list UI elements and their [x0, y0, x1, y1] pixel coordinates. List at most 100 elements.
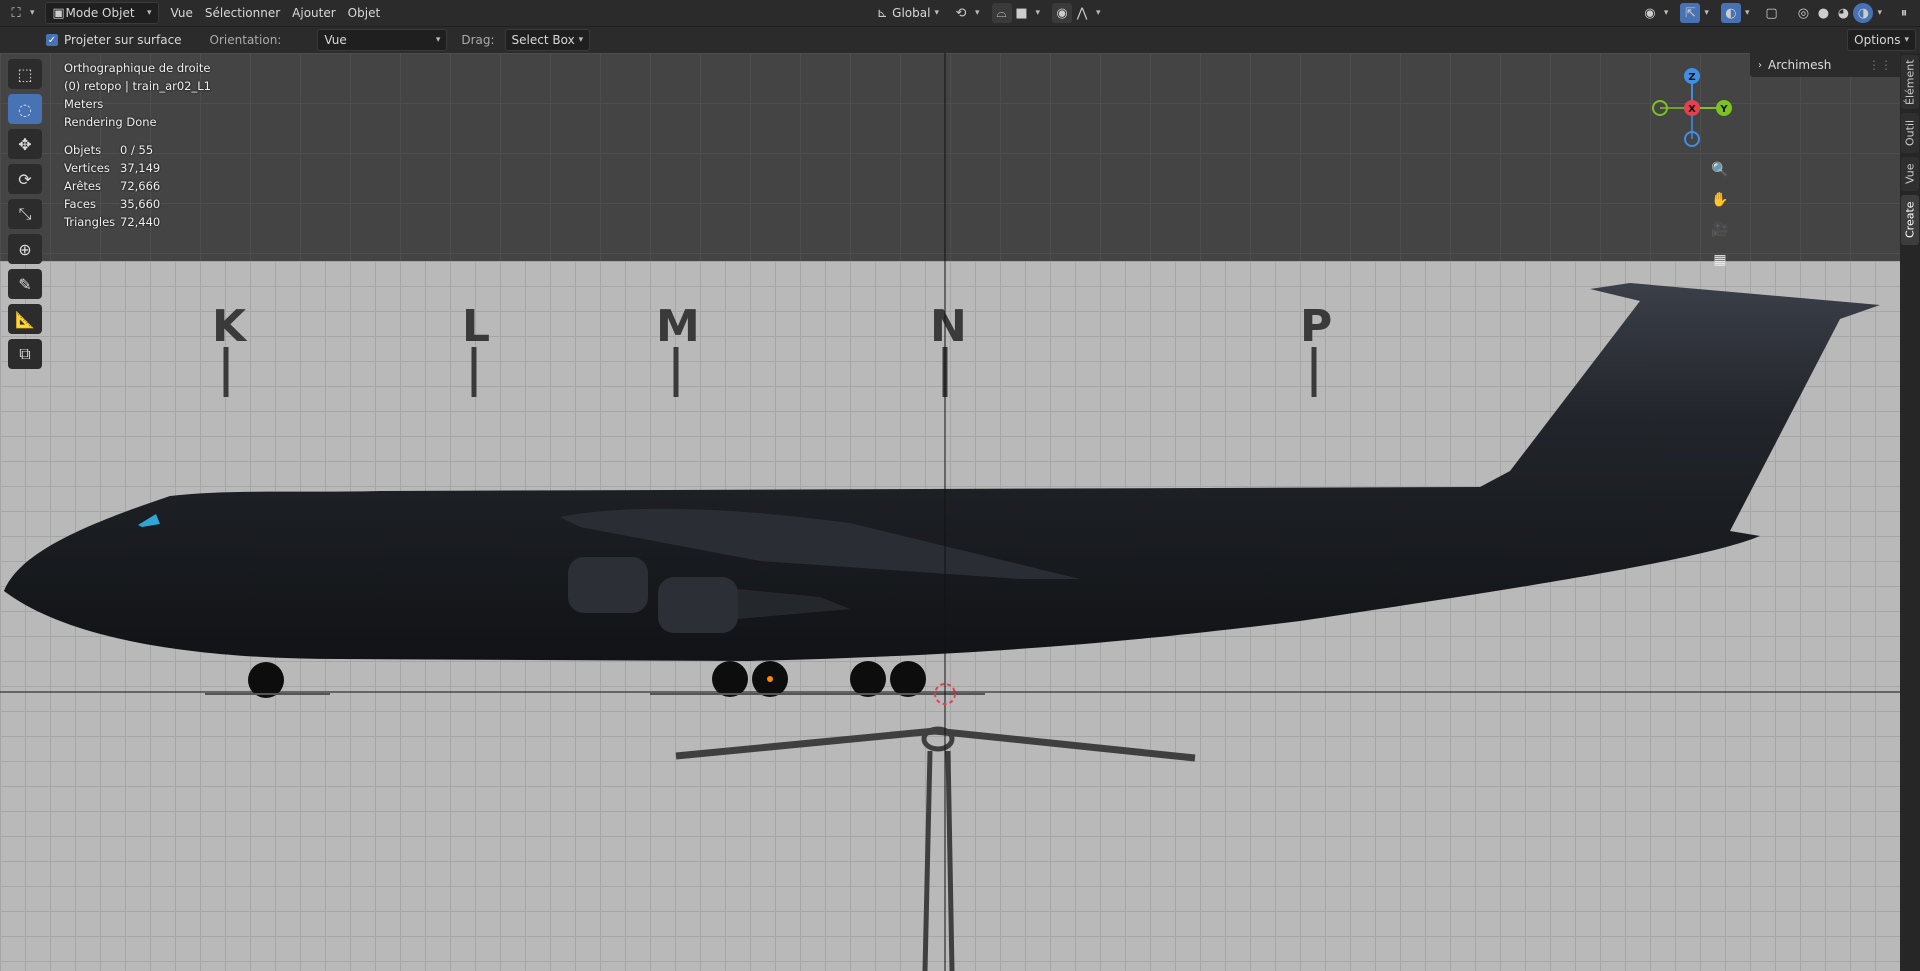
chevron-down-icon: ▾: [1035, 8, 1041, 18]
object-origin-dot: [767, 676, 773, 682]
visibility-selector[interactable]: ◉ ▾: [1634, 3, 1675, 23]
zoom-button[interactable]: 🔍: [1706, 157, 1734, 183]
tab-create[interactable]: Create: [1901, 195, 1919, 245]
checkbox-checked-icon[interactable]: ✓: [46, 34, 58, 46]
move-icon: ✥: [18, 134, 32, 154]
navigation-gizmo[interactable]: Z Y X: [1645, 59, 1745, 169]
select-box-tool[interactable]: ⬚: [8, 59, 42, 89]
pivot-point-selector[interactable]: ⟲ ▾: [945, 3, 986, 23]
menu-objet[interactable]: Objet: [342, 3, 386, 23]
pan-button[interactable]: ✋: [1706, 187, 1734, 213]
camera-view-button[interactable]: 🎥: [1706, 217, 1734, 243]
vertical-axis-line-upper: [944, 53, 946, 261]
station-letter-p: P: [1300, 301, 1332, 352]
stat-label: Faces: [64, 197, 96, 211]
add-cube-tool[interactable]: ⧉: [8, 339, 42, 369]
stat-value: 35,660: [120, 197, 161, 211]
select-circle-tool[interactable]: ◌: [8, 94, 42, 124]
sidebar-toggle[interactable]: ⏸: [1888, 3, 1920, 23]
chevron-down-icon: ▾: [435, 35, 441, 45]
overlays-icon: ◐: [1720, 3, 1741, 23]
perspective-toggle-button[interactable]: ▦: [1706, 247, 1734, 273]
drag-dropdown[interactable]: Select Box ▾: [504, 29, 591, 51]
chevron-down-icon: ▾: [1663, 8, 1669, 18]
tab-element[interactable]: Élément: [1901, 55, 1919, 109]
rotate-icon: ⟳: [18, 169, 32, 189]
gizmo-toggle[interactable]: ⇱ ▾: [1674, 3, 1715, 23]
station-letter-n: N: [930, 301, 967, 352]
stat-value: 72,666: [120, 179, 161, 193]
overlays-toggle[interactable]: ◐ ▾: [1715, 3, 1756, 23]
drag-value: Select Box: [511, 33, 575, 47]
scale-tool[interactable]: ⤡: [8, 199, 42, 229]
orientation-dropdown[interactable]: Vue ▾: [317, 29, 448, 51]
proportional-editing-toggle[interactable]: ◉ ⋀ ▾: [1046, 3, 1107, 23]
rendered-shading-icon[interactable]: ◑: [1853, 3, 1874, 23]
mode-selector[interactable]: ▣ Mode Objet ▾: [44, 2, 159, 24]
chevron-down-icon: ▾: [147, 8, 152, 18]
options-dropdown[interactable]: Options ▾: [1847, 29, 1916, 51]
magnet-icon: ⌓: [991, 3, 1012, 23]
tab-vue[interactable]: Vue: [1901, 157, 1919, 191]
gizmo-z-label: Z: [1688, 72, 1695, 83]
chevron-down-icon: ▾: [1744, 8, 1750, 18]
3d-viewport[interactable]: K L M N P ⬚ ◌ ✥ ⟳ ⤡ ⊕ ✎ 📐 ⧉ Orthographiq…: [0, 53, 1920, 971]
menu-selectionner[interactable]: Sélectionner: [199, 3, 286, 23]
material-shading-icon[interactable]: ◕: [1833, 3, 1853, 23]
archimesh-panel-header[interactable]: › Archimesh ⋮⋮: [1750, 53, 1900, 77]
project-surface-toggle[interactable]: ✓ Projeter sur surface: [40, 30, 188, 50]
transform-orientation-selector[interactable]: ⊾ Global ▾: [866, 3, 945, 23]
xray-toggle[interactable]: ▢: [1755, 3, 1787, 23]
chevron-down-icon: ▾: [1096, 8, 1101, 18]
annotate-tool[interactable]: ✎: [8, 269, 42, 299]
stat-row: Triangles 72,440: [64, 213, 211, 231]
chevron-down-icon: ▾: [30, 8, 35, 18]
solid-shading-icon[interactable]: ●: [1813, 3, 1833, 23]
drag-handle-icon[interactable]: ⋮⋮: [1868, 58, 1892, 72]
view-name: Orthographique de droite: [64, 61, 211, 75]
transform-tool[interactable]: ⊕: [8, 234, 42, 264]
airplane-blueprint: K L M N P: [0, 261, 1900, 971]
select-circle-icon: ◌: [18, 99, 32, 119]
ruler-icon: 📐: [15, 309, 35, 329]
viewport-grid-background: [0, 53, 1920, 261]
tab-outil[interactable]: Outil: [1901, 113, 1919, 153]
editor-type-selector[interactable]: ⛶ ▾: [0, 3, 41, 23]
orientation-value: Vue: [324, 33, 347, 47]
pencil-icon: ✎: [18, 274, 32, 294]
add-cube-icon: ⧉: [19, 344, 31, 363]
wireframe-shading-icon[interactable]: ◎: [1793, 3, 1813, 23]
tool-settings-bar: ✓ Projeter sur surface Orientation: Vue …: [0, 27, 1920, 53]
stat-label: Arêtes: [64, 179, 101, 193]
snap-toggle[interactable]: ⌓ ■ ▾: [986, 3, 1047, 23]
drag-label: Drag:: [461, 33, 495, 47]
xray-icon: ▢: [1765, 5, 1778, 21]
sidebar-tabs: Élément Outil Vue Create: [1900, 53, 1920, 971]
measure-tool[interactable]: 📐: [8, 304, 42, 334]
chevron-down-icon: ▾: [974, 8, 980, 18]
menu-vue[interactable]: Vue: [165, 3, 199, 23]
project-surface-label: Projeter sur surface: [64, 33, 182, 47]
rotate-tool[interactable]: ⟳: [8, 164, 42, 194]
engine-inner: [568, 557, 648, 613]
render-status: Rendering Done: [64, 115, 157, 129]
stat-label: Objets: [64, 143, 102, 157]
pivot-icon: ⟲: [955, 5, 967, 21]
chevron-right-icon: ›: [1758, 59, 1762, 71]
object-mode-icon: ▣: [52, 5, 65, 21]
station-letter-m: M: [656, 301, 700, 352]
transform-orientation-label: Global: [892, 6, 931, 20]
viewport-header: ⛶ ▾ ▣ Mode Objet ▾ Vue Sélectionner Ajout…: [0, 0, 1920, 27]
gizmo-x-label: X: [1688, 104, 1696, 115]
falloff-icon: ⋀: [1076, 5, 1088, 21]
menu-ajouter[interactable]: Ajouter: [286, 3, 342, 23]
scene-statistics: Objets 0 / 55 Vertices 37,149 Arêtes 72,666…: [64, 141, 211, 231]
mode-label: Mode Objet: [65, 6, 135, 20]
move-tool[interactable]: ✥: [8, 129, 42, 159]
shading-modes[interactable]: ◎ ● ◕ ◑ ▾: [1787, 3, 1888, 23]
front-view-tail: [922, 750, 955, 971]
chevron-down-icon: ▾: [1877, 8, 1882, 18]
blueprint-reference-image: K L M N P: [0, 261, 1900, 971]
pause-icon: ⏸: [1900, 5, 1908, 21]
snap-element-icon: ■: [1015, 5, 1028, 21]
